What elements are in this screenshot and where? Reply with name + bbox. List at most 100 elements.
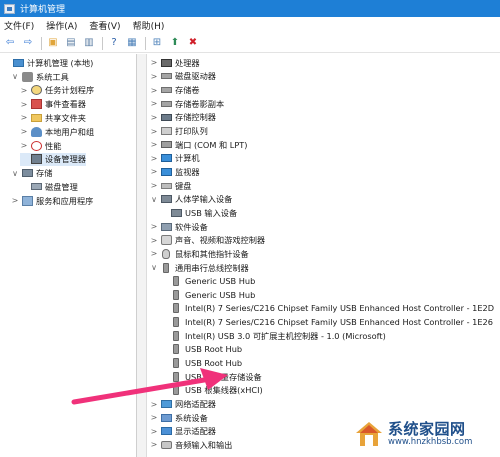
collapse-chevron-icon[interactable]: ∨ bbox=[150, 263, 158, 272]
collapse-chevron-icon[interactable]: ∨ bbox=[11, 72, 19, 81]
tree-item[interactable]: > 任务计划程序 bbox=[20, 84, 94, 98]
tree-item[interactable]: ∨ 人体学输入设备 bbox=[150, 193, 232, 207]
tree-item[interactable]: > 共享文件夹 bbox=[20, 111, 86, 125]
expand-chevron-icon[interactable]: > bbox=[11, 196, 19, 205]
tree-item[interactable]: > 存储控制器 bbox=[150, 111, 216, 125]
tree-item[interactable]: USB 输入设备 bbox=[160, 206, 237, 220]
tree-item[interactable]: > 磁盘驱动器 bbox=[150, 70, 216, 84]
tree-item[interactable]: 计算机管理 (本地) bbox=[2, 56, 93, 70]
menu-action[interactable]: 操作(A) bbox=[46, 19, 77, 32]
tree-item[interactable]: Generic USB Hub bbox=[160, 288, 255, 302]
expand-chevron-icon[interactable]: > bbox=[150, 427, 158, 436]
computer-management-icon bbox=[13, 58, 24, 67]
tree-item[interactable]: Intel(R) 7 Series/C216 Chipset Family US… bbox=[160, 302, 494, 316]
expand-chevron-icon[interactable]: > bbox=[150, 249, 158, 258]
tree-item[interactable]: > 计算机 bbox=[150, 152, 200, 166]
local-users-icon bbox=[31, 126, 42, 137]
update-driver-button[interactable]: ⬆ bbox=[168, 36, 182, 50]
tree-item[interactable]: > 性能 bbox=[20, 139, 61, 153]
tree-item[interactable]: > 打印队列 bbox=[150, 124, 208, 138]
scan-hardware-button[interactable]: ⊞ bbox=[150, 36, 164, 50]
back-button[interactable]: ⇦ bbox=[3, 36, 17, 50]
task-scheduler-icon bbox=[31, 85, 42, 96]
tree-item[interactable]: > 系统设备 bbox=[150, 411, 208, 425]
collapse-chevron-icon[interactable]: ∨ bbox=[11, 169, 19, 178]
expand-chevron-icon[interactable]: > bbox=[150, 413, 158, 422]
menu-help[interactable]: 帮助(H) bbox=[133, 19, 165, 32]
properties-button[interactable]: ▦ bbox=[125, 36, 139, 50]
tree-item-label: 打印队列 bbox=[175, 126, 208, 137]
expand-chevron-icon[interactable]: > bbox=[150, 127, 158, 136]
tree-item[interactable]: > 存储卷 bbox=[150, 83, 200, 97]
expand-chevron-icon[interactable]: > bbox=[150, 222, 158, 231]
uninstall-device-button[interactable]: ✖ bbox=[186, 36, 200, 50]
storage-icon bbox=[22, 169, 33, 178]
expand-chevron-icon[interactable]: > bbox=[150, 154, 158, 163]
tree-item[interactable]: > 存储卷影副本 bbox=[150, 97, 225, 111]
system-tools-icon bbox=[22, 71, 33, 82]
storage-volume-icon bbox=[161, 87, 172, 94]
expand-chevron-icon[interactable]: > bbox=[150, 99, 158, 108]
expand-chevron-icon[interactable]: > bbox=[150, 72, 158, 81]
audio-controller-icon bbox=[161, 235, 172, 246]
expand-chevron-icon[interactable]: > bbox=[150, 236, 158, 245]
tree-item[interactable]: > 处理器 bbox=[150, 56, 200, 70]
tree-item[interactable]: ∨ 通用串行总线控制器 bbox=[150, 261, 249, 275]
tree-item[interactable]: 磁盘管理 bbox=[20, 180, 78, 194]
toolbar-separator bbox=[41, 36, 42, 50]
tree-item[interactable]: Generic USB Hub bbox=[160, 274, 255, 288]
house-logo-icon bbox=[356, 422, 382, 446]
expand-chevron-icon[interactable]: > bbox=[150, 113, 158, 122]
usb-device-icon bbox=[173, 317, 179, 328]
tree-item-label: 计算机管理 (本地) bbox=[27, 57, 94, 68]
usb-device-icon bbox=[173, 330, 179, 341]
tree-item[interactable]: > 服务和应用程序 bbox=[11, 194, 93, 208]
port-icon bbox=[161, 141, 172, 149]
tree-item[interactable]: > 键盘 bbox=[150, 179, 192, 193]
tree-item-label: 声音、视频和游戏控制器 bbox=[175, 235, 266, 246]
usb-device-icon bbox=[173, 289, 179, 300]
expand-chevron-icon[interactable]: > bbox=[150, 167, 158, 176]
up-folder-button[interactable]: ▣ bbox=[46, 36, 60, 50]
tree-item-label: Intel(R) USB 3.0 可扩展主机控制器 - 1.0 (Microso… bbox=[185, 330, 386, 341]
tree-item[interactable]: ∨ 存储 bbox=[11, 166, 52, 180]
expand-chevron-icon[interactable]: > bbox=[150, 86, 158, 95]
expand-chevron-icon[interactable]: > bbox=[150, 140, 158, 149]
tree-item[interactable]: USB Root Hub bbox=[160, 343, 242, 357]
tree-item-label: 服务和应用程序 bbox=[36, 195, 94, 206]
refresh-button[interactable]: ▥ bbox=[82, 36, 96, 50]
menu-view[interactable]: 查看(V) bbox=[89, 19, 120, 32]
expand-chevron-icon[interactable]: > bbox=[20, 141, 28, 150]
tree-item[interactable]: > 软件设备 bbox=[150, 220, 208, 234]
expand-chevron-icon[interactable]: > bbox=[20, 86, 28, 95]
expand-chevron-icon[interactable]: > bbox=[150, 58, 158, 67]
expand-chevron-icon[interactable]: > bbox=[150, 181, 158, 190]
tree-item[interactable]: Intel(R) USB 3.0 可扩展主机控制器 - 1.0 (Microso… bbox=[160, 329, 386, 343]
tree-item[interactable]: > 本地用户和组 bbox=[20, 125, 94, 139]
expand-chevron-icon[interactable]: > bbox=[20, 127, 28, 136]
forward-button[interactable]: ⇨ bbox=[21, 36, 35, 50]
tree-item-label: 性能 bbox=[45, 140, 62, 151]
tree-item[interactable]: ∨ 系统工具 bbox=[11, 70, 69, 84]
tree-item[interactable]: > 显示适配器 bbox=[150, 425, 216, 439]
expand-chevron-icon[interactable]: > bbox=[20, 113, 28, 122]
tree-item[interactable]: > 事件查看器 bbox=[20, 97, 86, 111]
tree-item[interactable]: > 声音、视频和游戏控制器 bbox=[150, 233, 265, 247]
tree-item[interactable]: > 端口 (COM 和 LPT) bbox=[150, 138, 248, 152]
expand-chevron-icon[interactable]: > bbox=[20, 100, 28, 109]
audio-io-icon bbox=[161, 440, 172, 449]
tree-item[interactable]: > 鼠标和其他指针设备 bbox=[150, 247, 249, 261]
tree-item[interactable]: Intel(R) 7 Series/C216 Chipset Family US… bbox=[160, 315, 493, 329]
tree-item[interactable]: 设备管理器 bbox=[20, 152, 86, 167]
expand-chevron-icon[interactable]: > bbox=[150, 440, 158, 449]
menu-file[interactable]: 文件(F) bbox=[4, 19, 34, 32]
storage-controller-icon bbox=[161, 113, 172, 121]
help-button[interactable]: ? bbox=[107, 36, 121, 50]
collapse-chevron-icon[interactable]: ∨ bbox=[150, 195, 158, 204]
site-watermark: 系统家园网 www.hnzkhbsb.com bbox=[355, 414, 500, 454]
tree-item[interactable]: > 音频输入和输出 bbox=[150, 438, 233, 452]
disk-drive-icon bbox=[161, 73, 172, 80]
show-hide-tree-button[interactable]: ▤ bbox=[64, 36, 78, 50]
display-adapter-icon bbox=[161, 427, 172, 436]
tree-item[interactable]: > 监视器 bbox=[150, 165, 200, 179]
